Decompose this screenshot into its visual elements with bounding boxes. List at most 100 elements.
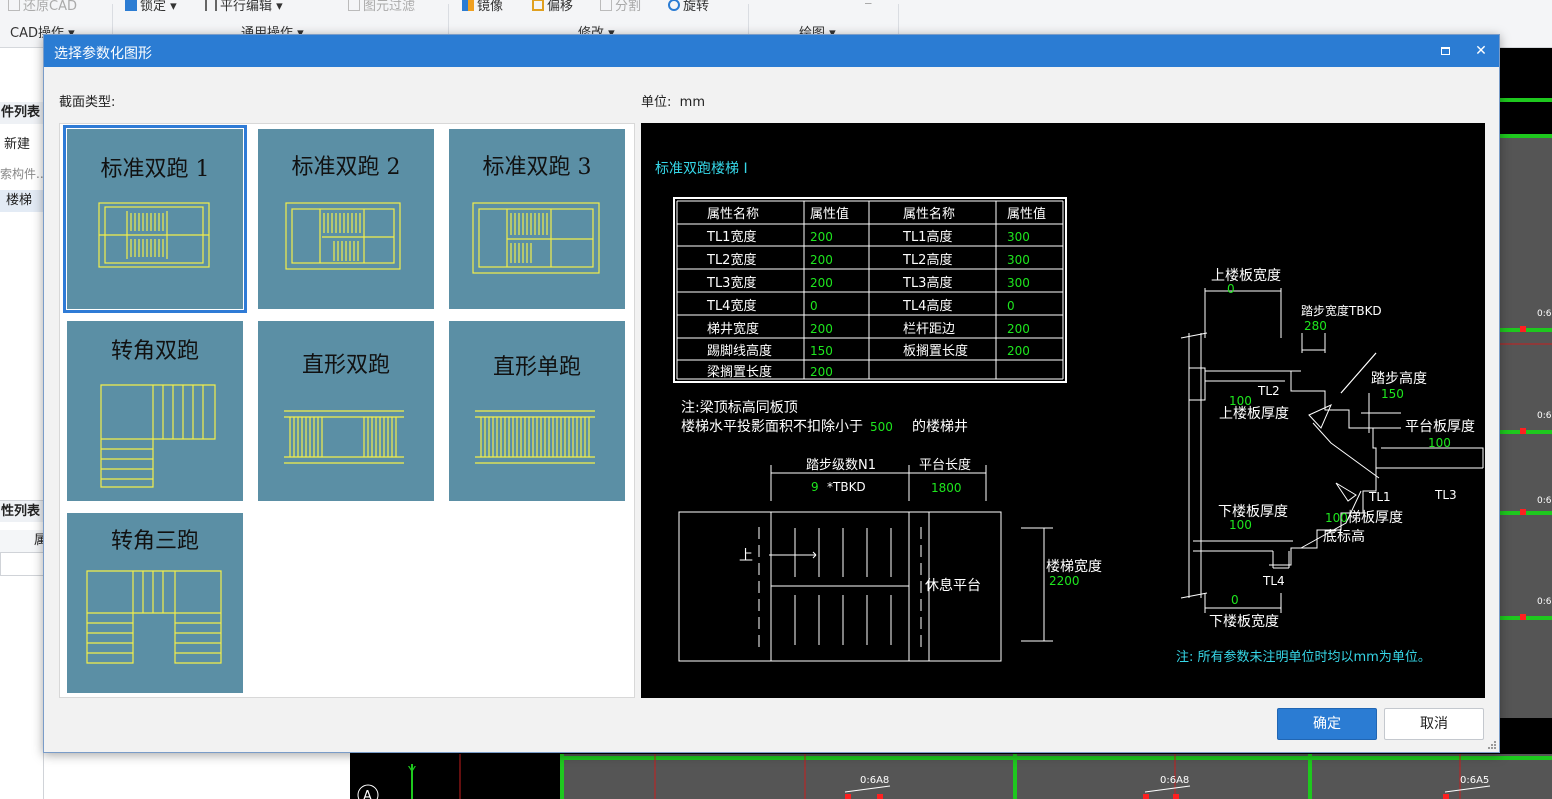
maximize-icon [1440, 47, 1450, 55]
shape-tile-label: 转角三跑 [110, 529, 199, 554]
cancel-button[interactable]: 取消 [1384, 708, 1484, 740]
restore-cad-button[interactable]: 还原CAD [8, 0, 77, 14]
cad-axis-bubble-label: A [363, 789, 372, 799]
upper-slab-width-value: 0 [1227, 282, 1235, 296]
cad-point-marker [1143, 794, 1149, 799]
cad-point-marker [877, 794, 883, 799]
table-cell: 200 [1007, 344, 1030, 358]
platform-length-value: 1800 [931, 481, 962, 495]
shape-tile-standard-double-3[interactable]: 标准双跑 3 [442, 124, 632, 315]
close-icon: ✕ [1475, 43, 1487, 59]
ok-button[interactable]: 确定 [1277, 708, 1377, 740]
table-cell: 0 [810, 299, 818, 313]
rotate-button[interactable]: 旋转 [668, 0, 709, 14]
maximize-button[interactable] [1434, 41, 1456, 61]
close-button[interactable]: ✕ [1470, 41, 1492, 61]
stair-width-label: 楼梯宽度 [1046, 558, 1102, 575]
shape-tile-card: 直形单跑 [449, 321, 625, 501]
cad-beam-label: 0:6 [1537, 496, 1552, 506]
tread-height-label: 踏步高度 [1371, 370, 1427, 387]
draw-tool-icon[interactable]: ⎯ [865, 0, 872, 11]
tread-height-value: 150 [1381, 387, 1404, 401]
component-panel: 件列表 新建 索构件... 楼梯 性列表 属 [0, 48, 44, 799]
tread-width-value: 280 [1304, 319, 1327, 333]
shape-tile-label: 直形双跑 [301, 353, 390, 378]
shape-tile-label: 转角双跑 [110, 339, 199, 364]
stair-parameter-diagram: 标准双跑楼梯 I 属性名称 属性值 属性名称 属性值 TL1宽度 200 TL1… [655, 161, 1484, 665]
shape-tile-straight-double[interactable]: 直形双跑 [251, 316, 441, 507]
table-header: 属性名称 [903, 206, 955, 222]
note-line-2-value: 500 [870, 420, 893, 434]
cad-ucs-y-label: Y [407, 765, 416, 780]
offset-button[interactable]: 偏移 [532, 0, 573, 14]
shape-tile-standard-double-1[interactable]: 标准双跑 1 [60, 124, 250, 315]
table-cell: TL4宽度 [706, 298, 756, 314]
table-cell: 梯井宽度 [707, 321, 759, 337]
stair-plan-icon [472, 202, 600, 274]
mirror-button[interactable]: 镜像 [462, 0, 503, 14]
platform-length-label: 平台长度 [919, 457, 971, 473]
property-table: 属性名称 属性值 属性名称 属性值 TL1宽度 200 TL1高度 300 TL… [673, 197, 1067, 383]
rotate-icon [668, 0, 680, 11]
table-cell: TL3高度 [902, 275, 952, 291]
rest-platform-label: 休息平台 [925, 577, 981, 594]
lock-button[interactable]: 锁定 ▾ [125, 0, 177, 14]
slab-thickness-value: 100 [1325, 511, 1348, 525]
cad-beam-label: 0:6 [1537, 597, 1552, 607]
parametric-shape-dialog: 选择参数化图形 ✕ 截面类型: 单位: mm 标准双跑 1 标准双跑 2 标准双… [43, 34, 1500, 753]
shape-tile-label: 标准双跑 1 [100, 157, 210, 182]
component-item-stair[interactable]: 楼梯 [0, 190, 44, 212]
parallel-edit-button[interactable]: 平行编辑 ▾ [205, 0, 283, 14]
shape-tile-corner-triple[interactable]: 转角三跑 [60, 508, 250, 699]
cad-beam-label: 0:6 [1537, 411, 1552, 421]
table-cell: TL3宽度 [706, 275, 756, 291]
table-cell: TL4高度 [902, 298, 952, 314]
table-cell: TL2高度 [902, 252, 952, 268]
property-row[interactable] [0, 552, 44, 576]
cad-beam-label: 0:6 [1537, 309, 1552, 319]
cad-point-marker [845, 794, 851, 799]
shape-tile-standard-double-2[interactable]: 标准双跑 2 [251, 124, 441, 315]
table-cell: 踢脚线高度 [707, 343, 772, 359]
filter-icon [348, 0, 360, 11]
tl3-label: TL3 [1434, 488, 1457, 502]
shape-tile-label: 标准双跑 2 [291, 155, 401, 180]
cad-beam-label: 0:6A5 [1460, 775, 1489, 786]
split-icon [600, 0, 612, 11]
shape-preview-panel: 标准双跑楼梯 I 属性名称 属性值 属性名称 属性值 TL1宽度 200 TL1… [641, 123, 1485, 698]
table-cell: 梁搁置长度 [707, 364, 772, 380]
cad-point-marker [1520, 614, 1526, 620]
table-cell: 200 [810, 276, 833, 290]
table-cell: 150 [810, 344, 833, 358]
table-cell: TL1宽度 [706, 229, 756, 245]
shape-tile-corner-double[interactable]: 转角双跑 [60, 316, 250, 507]
lower-slab-width-label: 下楼板宽度 [1209, 613, 1279, 630]
component-search-input[interactable]: 索构件... [0, 164, 44, 184]
split-button[interactable]: 分割 [600, 0, 641, 14]
cad-point-marker [1173, 794, 1179, 799]
lower-slab-thickness-value: 100 [1229, 518, 1252, 532]
table-cell: 300 [1007, 230, 1030, 244]
shape-tile-card: 直形双跑 [258, 321, 434, 501]
table-cell: 300 [1007, 276, 1030, 290]
cad-beam-label: 0:6A8 [860, 775, 889, 786]
stair-plan-icon [285, 202, 401, 270]
table-cell: 栏杆距边 [903, 322, 955, 337]
slab-thickness-label: 梯板厚度 [1347, 510, 1403, 526]
cad-wall-fill [560, 754, 1552, 799]
shape-tile-label: 直形单跑 [492, 355, 581, 380]
dialog-title: 选择参数化图形 [54, 46, 152, 62]
stair-plan-icon [284, 410, 404, 464]
shape-tile-label: 标准双跑 3 [482, 155, 592, 180]
mirror-icon [462, 0, 474, 11]
resize-grip-icon[interactable] [1488, 741, 1496, 749]
cad-point-marker [1520, 326, 1526, 332]
stair-plan-view [678, 465, 1053, 662]
shape-tile-straight-single[interactable]: 直形单跑 [442, 316, 632, 507]
element-filter-button[interactable]: 图元过滤 [348, 0, 415, 14]
stair-width-value: 2200 [1049, 574, 1080, 588]
restore-icon [8, 0, 20, 11]
dialog-title-bar[interactable]: 选择参数化图形 ✕ [44, 35, 1499, 67]
component-list-header: 件列表 [0, 102, 44, 124]
new-component-button[interactable]: 新建 [0, 134, 44, 156]
